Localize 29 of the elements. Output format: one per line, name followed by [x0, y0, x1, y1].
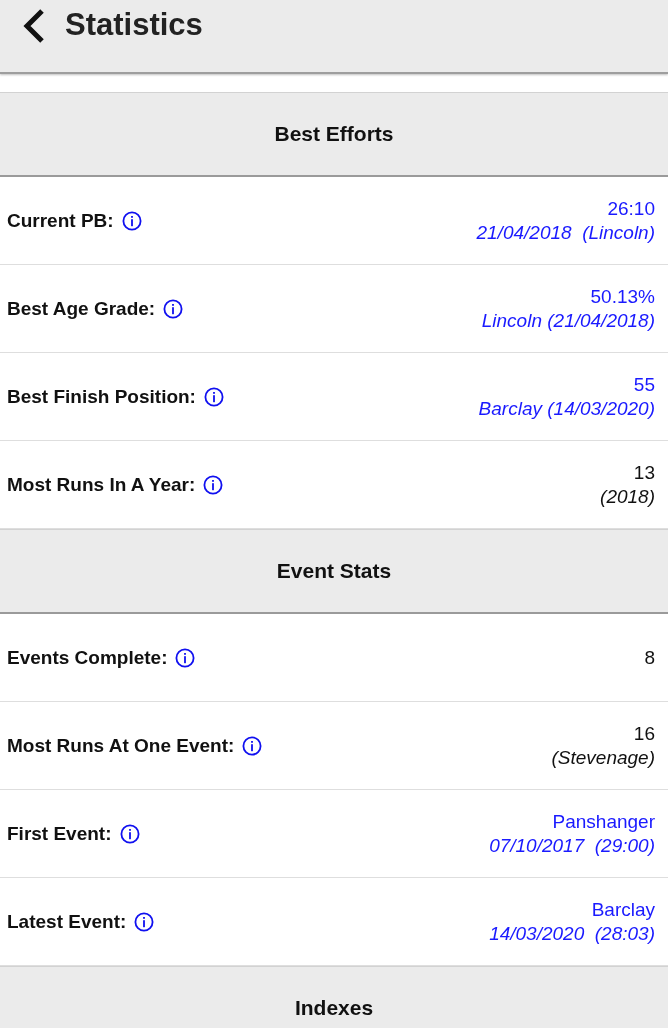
- info-icon[interactable]: [203, 386, 224, 407]
- back-icon[interactable]: [22, 8, 46, 44]
- section-title: Event Stats: [276, 559, 392, 583]
- info-icon[interactable]: [242, 735, 263, 756]
- info-icon[interactable]: [163, 298, 184, 319]
- stat-label: First Event:: [7, 822, 112, 845]
- stat-label: Most Runs In A Year:: [7, 473, 196, 496]
- info-icon[interactable]: [203, 474, 224, 495]
- section-title: Best Efforts: [274, 122, 394, 146]
- page-title: Statistics: [65, 6, 203, 44]
- info-icon[interactable]: [119, 823, 140, 844]
- stat-value: 8: [644, 645, 655, 670]
- stat-value: 16 (Stevenage): [551, 721, 655, 770]
- stat-label: Best Age Grade:: [7, 297, 156, 320]
- stat-value-link[interactable]: 50.13% Lincoln (21/04/2018): [481, 284, 655, 333]
- section-title: Indexes: [294, 996, 374, 1020]
- info-icon[interactable]: [175, 647, 196, 668]
- stat-value-link[interactable]: 26:10 21/04/2018 (Lincoln): [476, 196, 655, 245]
- stat-value-link[interactable]: Panshanger 07/10/2017 (29:00): [489, 809, 655, 858]
- stat-label: Events Complete:: [7, 646, 168, 669]
- stat-value-link[interactable]: 55 Barclay (14/03/2020): [478, 372, 655, 421]
- stat-label: Best Finish Position:: [7, 385, 196, 408]
- stat-label: Most Runs At One Event:: [7, 734, 235, 757]
- info-icon[interactable]: [121, 210, 142, 231]
- info-icon[interactable]: [134, 911, 155, 932]
- stat-label: Latest Event:: [7, 910, 127, 933]
- stat-value: 13 (2018): [600, 460, 655, 509]
- stat-value-link[interactable]: Barclay 14/03/2020 (28:03): [489, 897, 655, 946]
- stat-label: Current PB:: [7, 209, 114, 232]
